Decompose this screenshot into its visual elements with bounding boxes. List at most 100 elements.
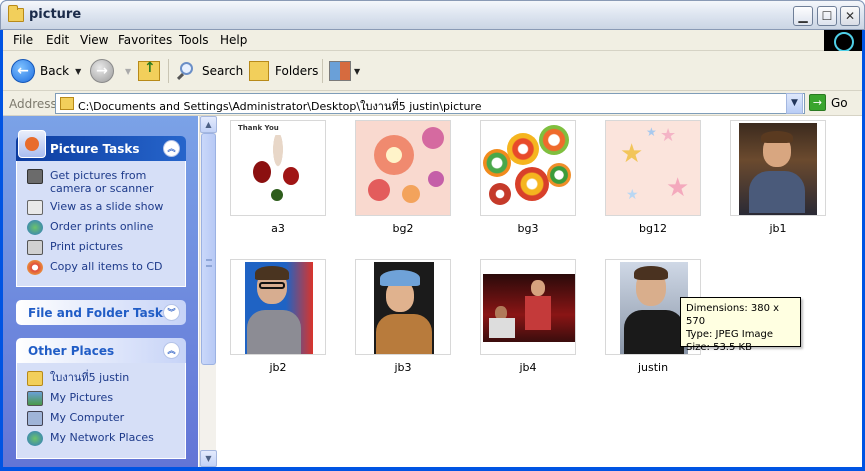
content-area: Picture Tasks ︽ Get pictures from camera… — [3, 116, 862, 467]
scroll-up-button[interactable]: ▲ — [200, 116, 217, 133]
up-folder-button[interactable]: ↑ — [138, 57, 160, 85]
title-bar[interactable]: picture ▁ ☐ ✕ — [0, 0, 865, 30]
cd-icon — [27, 260, 43, 275]
forward-dropdown-icon[interactable]: ▼ — [125, 67, 131, 76]
file-view: Thank You a3 bg2 bg3 ★ ★ ★ ★ ★ bg12 jb1 … — [217, 116, 862, 467]
back-label: Back — [40, 64, 70, 78]
vertical-scrollbar[interactable]: ▲ ▼ — [199, 116, 217, 467]
task-get-pictures[interactable]: Get pictures from camera or scanner — [27, 169, 185, 195]
file-item[interactable]: ★ ★ ★ ★ ★ bg12 — [605, 120, 701, 235]
slideshow-icon — [27, 200, 43, 215]
thumbnail — [480, 120, 576, 216]
expand-icon[interactable]: ︾ — [163, 304, 180, 321]
panel-body: Get pictures from camera or scanner View… — [16, 161, 186, 287]
file-item[interactable]: jb2 — [230, 259, 326, 374]
file-item[interactable]: bg2 — [355, 120, 451, 235]
thumbnail: Thank You — [230, 120, 326, 216]
up-folder-icon: ↑ — [138, 60, 160, 81]
task-label: View as a slide show — [50, 200, 164, 213]
address-input[interactable]: C:\Documents and Settings\Administrator\… — [55, 93, 805, 114]
back-dropdown-icon[interactable]: ▼ — [75, 67, 81, 76]
menu-file[interactable]: File — [13, 33, 33, 47]
picture-tasks-header[interactable]: Picture Tasks ︽ — [16, 130, 186, 161]
camera-icon — [27, 169, 43, 184]
place-my-pictures[interactable]: My Pictures — [27, 391, 185, 406]
forward-button[interactable]: → ▼ — [90, 57, 131, 85]
file-name: jb1 — [769, 222, 787, 235]
minimize-button[interactable]: ▁ — [793, 6, 813, 26]
go-label: Go — [831, 95, 848, 110]
folder-icon — [8, 5, 24, 22]
panel-title: Picture Tasks — [50, 142, 140, 156]
thumbnail — [230, 259, 326, 355]
file-name: jb2 — [269, 361, 287, 374]
picture-tasks-icon — [18, 130, 46, 158]
search-button[interactable]: Search — [176, 57, 243, 85]
menu-tools[interactable]: Tools — [179, 33, 209, 47]
search-label: Search — [202, 64, 244, 78]
folder-icon — [60, 97, 74, 110]
panel-title: Other Places — [28, 344, 115, 358]
task-slideshow[interactable]: View as a slide show — [27, 200, 185, 215]
scroll-thumb[interactable] — [201, 133, 216, 365]
folders-button[interactable]: Folders — [249, 57, 318, 85]
back-arrow-icon: ← — [11, 59, 35, 83]
explorer-window: picture ▁ ☐ ✕ File Edit View Favorites T… — [0, 0, 865, 471]
file-name: bg12 — [639, 222, 667, 235]
address-path: C:\Documents and Settings\Administrator\… — [78, 100, 482, 113]
address-bar: Address C:\Documents and Settings\Admini… — [3, 91, 862, 116]
computer-icon — [27, 411, 43, 426]
thumbnail — [480, 259, 576, 355]
menu-help[interactable]: Help — [220, 33, 247, 47]
globe-icon — [27, 220, 43, 235]
place-justin-folder[interactable]: ใบงานที่5 justin — [27, 371, 185, 386]
tooltip-dimensions: Dimensions: 380 x 570 — [686, 303, 780, 327]
file-name: bg2 — [392, 222, 414, 235]
thumbnail — [355, 120, 451, 216]
task-label: Get pictures from camera or scanner — [50, 169, 154, 195]
task-pane: Picture Tasks ︽ Get pictures from camera… — [3, 116, 198, 467]
place-label: My Network Places — [50, 431, 154, 444]
tooltip-size: Size: 53.5 KB — [686, 342, 752, 353]
file-item[interactable]: jb1 — [730, 120, 826, 235]
file-folder-tasks-header[interactable]: File and Folder Tasks ︾ — [16, 300, 186, 325]
file-item[interactable]: jb4 — [480, 259, 576, 374]
menu-edit[interactable]: Edit — [46, 33, 69, 47]
address-dropdown-button[interactable]: ▼ — [786, 93, 803, 114]
file-name: justin — [637, 361, 669, 374]
file-item[interactable]: jb3 — [355, 259, 451, 374]
scroll-down-button[interactable]: ▼ — [200, 450, 217, 467]
file-item[interactable]: Thank You a3 — [230, 120, 326, 235]
task-copy-cd[interactable]: Copy all items to CD — [27, 260, 185, 275]
other-places-header[interactable]: Other Places ︽ — [16, 338, 186, 363]
panel-title: File and Folder Tasks — [28, 306, 171, 320]
menu-view[interactable]: View — [80, 33, 108, 47]
task-print[interactable]: Print pictures — [27, 240, 185, 255]
menu-favorites[interactable]: Favorites — [118, 33, 172, 47]
panel-body: ใบงานที่5 justin My Pictures My Computer… — [16, 363, 186, 459]
place-label: My Computer — [50, 411, 125, 424]
file-item[interactable]: bg3 — [480, 120, 576, 235]
collapse-icon[interactable]: ︽ — [163, 342, 180, 359]
place-label: My Pictures — [50, 391, 114, 404]
place-my-computer[interactable]: My Computer — [27, 411, 185, 426]
thumbnail — [355, 259, 451, 355]
views-button[interactable]: ▼ — [329, 57, 360, 85]
collapse-icon[interactable]: ︽ — [163, 140, 180, 157]
other-places-panel: Other Places ︽ ใบงานที่5 justin My Pictu… — [16, 338, 186, 459]
close-button[interactable]: ✕ — [840, 6, 860, 26]
place-network[interactable]: My Network Places — [27, 431, 185, 446]
task-label: Print pictures — [50, 240, 123, 253]
thumb-caption: Thank You — [238, 124, 279, 132]
toolbar-separator — [322, 59, 323, 83]
search-icon — [176, 61, 196, 81]
go-button[interactable]: → Go — [809, 94, 848, 111]
folders-label: Folders — [275, 64, 319, 78]
picture-tasks-panel: Picture Tasks ︽ Get pictures from camera… — [16, 130, 186, 287]
back-button[interactable]: ← Back ▼ — [11, 57, 81, 85]
toolbar: ← Back ▼ → ▼ ↑ Search Folders ▼ — [3, 51, 862, 91]
task-order-prints[interactable]: Order prints online — [27, 220, 185, 235]
maximize-button[interactable]: ☐ — [817, 6, 837, 26]
forward-arrow-icon: → — [90, 59, 114, 83]
thumbnail — [730, 120, 826, 216]
